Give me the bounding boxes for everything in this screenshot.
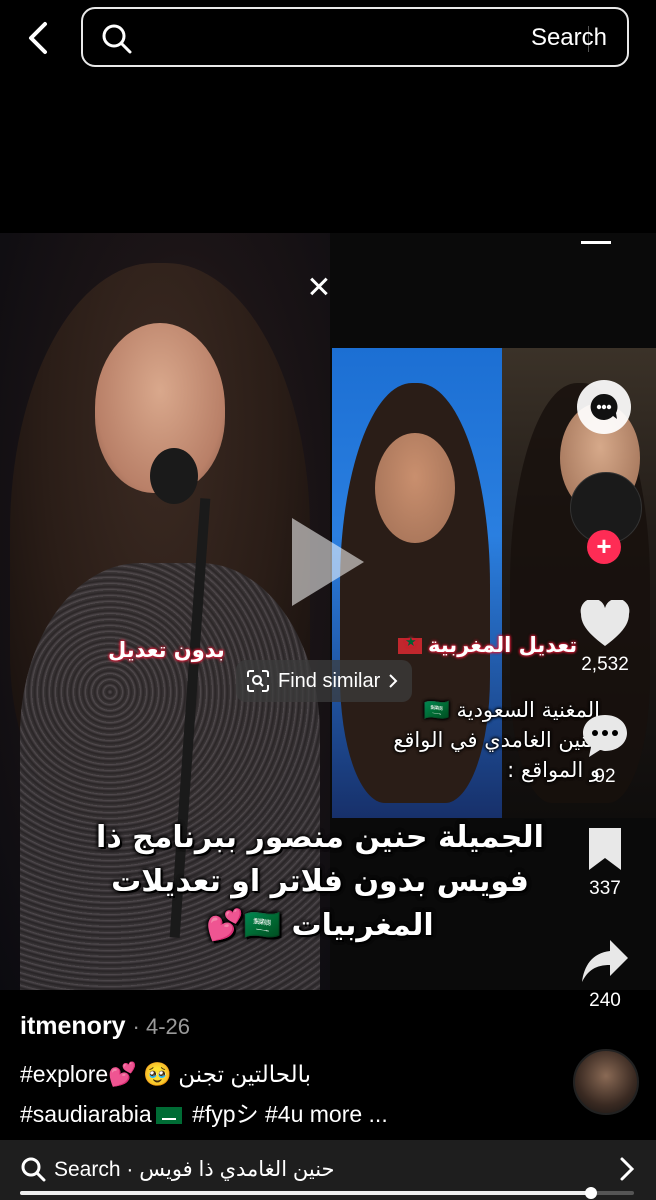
chevron-left-icon (29, 22, 47, 54)
search-icon (21, 1157, 46, 1182)
channel-logo-icon: ✕ (301, 273, 335, 300)
more-link[interactable]: more ... (310, 1101, 388, 1127)
share-arrow-icon (582, 940, 628, 982)
search-icon (102, 24, 132, 54)
scan-icon (247, 670, 269, 692)
follow-button[interactable]: + (587, 530, 621, 564)
like-count: 2,532 (581, 654, 629, 675)
chevron-right-icon (620, 1157, 635, 1181)
music-disc-avatar[interactable] (573, 1049, 639, 1115)
saudi-flag-icon (155, 1107, 182, 1125)
find-similar-label: Find similar (278, 669, 381, 692)
bookmark-icon (589, 828, 621, 870)
menu-dash-icon (581, 241, 611, 244)
caption-moroccan-edit: تعديل المغربية (398, 633, 577, 657)
post-hashtags: #saudiarabia #fypシ #4u more ... (20, 1095, 388, 1129)
hashtag-saudiarabia[interactable]: #saudiarabia (20, 1101, 152, 1127)
video-main-caption: الجميلة حنين منصور ببرنامج ذا فويس بدون … (60, 816, 580, 948)
save-count: 337 (589, 878, 621, 899)
comment-button[interactable]: 92 (570, 712, 640, 788)
ai-chat-icon (590, 393, 618, 420)
comment-icon (583, 715, 627, 757)
play-icon[interactable] (292, 518, 364, 606)
progress-handle[interactable] (585, 1187, 598, 1199)
heart-icon (580, 600, 630, 646)
ai-assistant-button[interactable] (577, 380, 631, 434)
progress-fill (20, 1191, 592, 1195)
video-progress-bar[interactable] (20, 1187, 634, 1199)
morocco-flag-icon (398, 635, 422, 654)
chevron-right-icon (389, 674, 398, 688)
hashtag-fyp[interactable]: #fypシ (192, 1101, 258, 1127)
right-face-shape (375, 433, 455, 543)
caption-singer-line: و المواقع : (507, 758, 600, 782)
search-input[interactable] (145, 19, 565, 57)
top-bar: Search (0, 0, 656, 80)
post-description: #explore💕 🥹 بالحالتين تجنن (20, 1061, 312, 1087)
back-button[interactable] (18, 18, 58, 58)
author-line[interactable]: itmenory · 4-26 (20, 1012, 190, 1041)
comment-count: 92 (594, 766, 616, 787)
save-button[interactable]: 337 (570, 826, 640, 900)
share-count: 240 (589, 990, 621, 1011)
search-box[interactable]: Search (81, 7, 629, 67)
find-similar-button[interactable]: Find similar (236, 660, 413, 702)
caption-moroccan-edit-text: تعديل المغربية (428, 633, 578, 657)
video-player[interactable]: ✕ بدون تعديل تعديل المغربية المغنية السع… (0, 233, 656, 990)
author-name[interactable]: itmenory (20, 1012, 126, 1040)
caption-singer-line: حنين الغامدي في الواقع (393, 728, 600, 752)
caption-without-edit: بدون تعديل (108, 638, 225, 662)
caption-singer-info: المغنية السعودية 🇸🇦 حنين الغامدي في الوا… (360, 695, 600, 785)
like-button[interactable]: 2,532 (570, 600, 640, 676)
related-search-label: Search · حنين الغامدي ذا فويس (54, 1158, 335, 1181)
main-caption-line: فويس بدون فلاتر او تعديلات (111, 864, 529, 899)
hashtag-4u[interactable]: #4u (265, 1101, 303, 1127)
main-caption-line: المغربيات 🇸🇦💕 (206, 908, 434, 943)
share-button[interactable]: 240 (570, 938, 640, 1012)
search-button[interactable]: Search (531, 24, 607, 52)
microphone-shape (150, 448, 198, 504)
post-date: · 4-26 (132, 1014, 191, 1039)
main-caption-line: الجميلة حنين منصور ببرنامج ذا (96, 820, 544, 855)
